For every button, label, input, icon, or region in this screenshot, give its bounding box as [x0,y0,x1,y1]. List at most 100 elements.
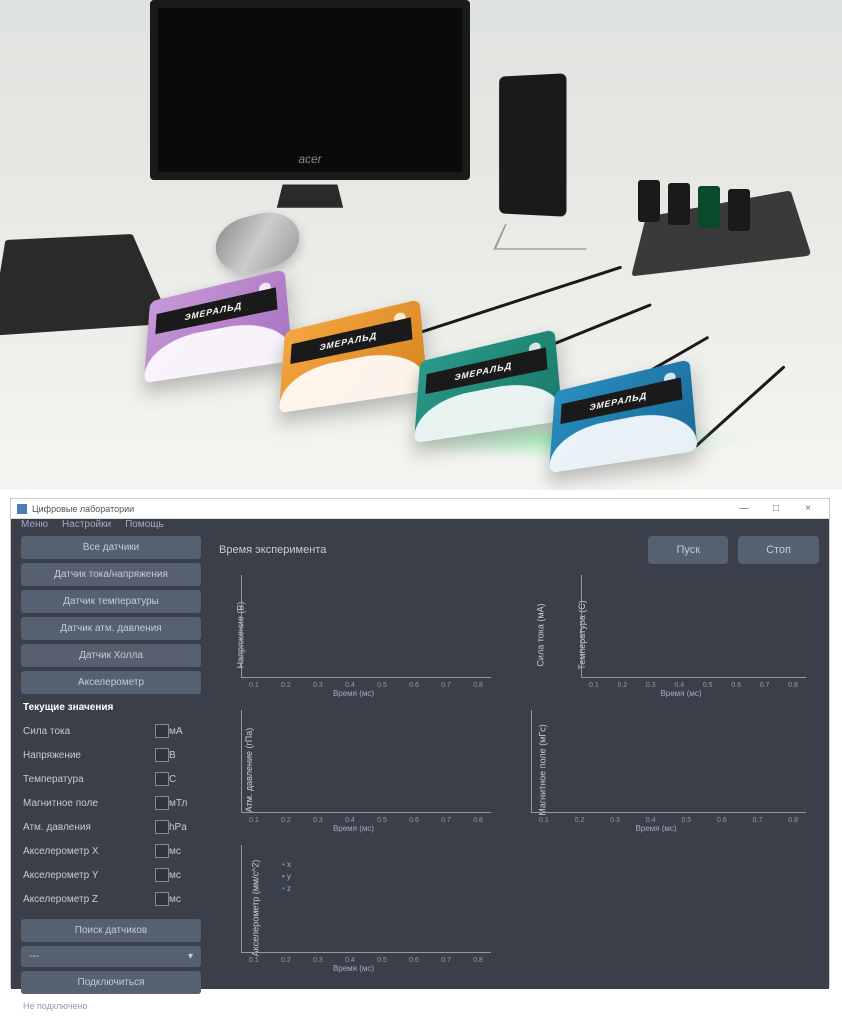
window-title: Цифровые лаборатории [32,504,729,514]
close-button[interactable]: × [793,500,823,518]
usb-plug [728,189,750,231]
current-values-heading: Текущие значения [21,698,201,717]
search-sensors-button[interactable]: Поиск датчиков [21,919,201,942]
charts-grid: Напряжение (В) 0.10.20.30.40.50.60.70.8 … [211,570,819,1014]
chart-xticks: 0.10.20.30.40.50.60.70.8 [241,957,491,964]
chart-xticks: 0.10.20.30.40.50.60.70.8 [241,682,491,689]
reading-value-box [155,724,169,738]
chart-xticks: 0.10.20.30.40.50.60.70.8 [241,817,491,824]
reading-unit: мс [169,846,199,857]
reading-unit: мс [169,894,199,905]
chart-xlabel: Время (мс) [333,964,374,973]
sensor-btn-temperature[interactable]: Датчик температуры [21,590,201,613]
monitor: acer [150,0,470,180]
usb-plug [638,180,660,222]
monitor-stand [277,185,343,208]
menu-item-menu[interactable]: Меню [21,519,48,530]
mouse [209,205,305,280]
chevron-down-icon: ▾ [188,951,193,962]
product-photo: acer ЭМЕРАЛЬД ЭМЕРАЛЬД ЭМЕРАЛЬД ЭМЕРАЛЬД [0,0,842,490]
reading-row: Акселерометр Y мс [21,865,201,885]
legend-y: y [282,872,291,881]
chart-current: Сила тока (мА) [501,570,546,700]
chart-plot-area[interactable] [581,575,806,678]
reading-unit: мТл [169,798,199,809]
reading-name: Напряжение [23,750,155,761]
chart-magnetic: Магнитное поле (мГс) 0.10.20.30.40.50.60… [501,705,811,835]
chart-pressure: Атм. давление (гПа) 0.10.20.30.40.50.60.… [211,705,496,835]
sensor-device-orange: ЭМЕРАЛЬД [279,299,428,413]
chart-plot-area[interactable] [241,575,491,678]
chart-xticks: 0.10.20.30.40.50.60.70.8 [531,817,806,824]
reading-row: Акселерометр Z мс [21,889,201,909]
experiment-time-label: Время эксперимента [211,544,638,556]
reading-row: Магнитное поле мТл [21,793,201,813]
maximize-button[interactable]: □ [761,500,791,518]
reading-value-box [155,892,169,906]
titlebar[interactable]: Цифровые лаборатории — □ × [11,499,829,519]
connection-status: Не подключено [21,998,201,1014]
sidebar: Все датчики Датчик тока/напряжения Датчи… [21,536,201,1014]
app-icon [17,504,27,514]
content: Все датчики Датчик тока/напряжения Датчи… [11,530,829,1024]
sensor-btn-all[interactable]: Все датчики [21,536,201,559]
menu-item-help[interactable]: Помощь [125,519,164,530]
chart-ylabel: Сила тока (мА) [536,603,546,666]
start-button[interactable]: Пуск [648,536,728,564]
legend-z: z [282,884,291,893]
sensor-btn-current-voltage[interactable]: Датчик тока/напряжения [21,563,201,586]
reading-row: Сила тока мА [21,721,201,741]
reading-unit: мА [169,726,199,737]
chart-voltage: Напряжение (В) 0.10.20.30.40.50.60.70.8 … [211,570,496,700]
sensor-device-purple: ЭМЕРАЛЬД [144,269,293,383]
chart-plot-area[interactable] [241,710,491,813]
reading-value-box [155,772,169,786]
sensor-btn-pressure[interactable]: Датчик атм. давления [21,617,201,640]
reading-name: Акселерометр Z [23,894,155,905]
reading-row: Напряжение В [21,745,201,765]
reading-row: Температура С [21,769,201,789]
reading-unit: мс [169,870,199,881]
chart-plot-area[interactable] [531,710,806,813]
sensor-select-dropdown[interactable]: --- ▾ [21,946,201,967]
menu-item-settings[interactable]: Настройки [62,519,111,530]
chart-xlabel: Время (мс) [333,824,374,833]
stop-button[interactable]: Стоп [738,536,819,564]
reading-row: Акселерометр X мс [21,841,201,861]
sensor-btn-accelerometer[interactable]: Акселерометр [21,671,201,694]
sensor-btn-hall[interactable]: Датчик Холла [21,644,201,667]
menubar: Меню Настройки Помощь [11,519,829,530]
reading-row: Атм. давления hPa [21,817,201,837]
minimize-button[interactable]: — [729,500,759,518]
reading-name: Акселерометр Y [23,870,155,881]
chart-xlabel: Время (мс) [333,689,374,698]
experiment-toolbar: Время эксперимента Пуск Стоп [211,536,819,564]
dropdown-value: --- [29,951,39,962]
chart-xticks: 0.10.20.30.40.50.60.70.8 [581,682,806,689]
reading-name: Акселерометр X [23,846,155,857]
reading-name: Атм. давления [23,822,155,833]
reading-unit: В [169,750,199,761]
app-window: Цифровые лаборатории — □ × Меню Настройк… [10,498,830,988]
chart-accelerometer: Акселерометр (мм/с^2) x y z 0.10.20.30.4… [211,840,496,975]
smartphone [499,73,566,216]
chart-plot-area[interactable]: x y z [241,845,491,953]
reading-name: Магнитное поле [23,798,155,809]
main-panel: Время эксперимента Пуск Стоп Напряжение … [211,536,819,1014]
reading-value-box [155,844,169,858]
reading-unit: С [169,774,199,785]
reading-value-box [155,748,169,762]
app-body: Меню Настройки Помощь Все датчики Датчик… [11,519,829,989]
reading-value-box [155,820,169,834]
legend-x: x [282,860,291,869]
chart-temperature: Температура (С) 0.10.20.30.40.50.60.70.8… [551,570,811,700]
reading-value-box [155,868,169,882]
chart-xlabel: Время (мс) [635,824,676,833]
reading-name: Сила тока [23,726,155,737]
chart-xlabel: Время (мс) [660,689,701,698]
connect-button[interactable]: Подключиться [21,971,201,994]
keyboard [0,234,171,336]
reading-unit: hPa [169,822,199,833]
chart-legend: x y z [282,860,291,893]
reading-value-box [155,796,169,810]
